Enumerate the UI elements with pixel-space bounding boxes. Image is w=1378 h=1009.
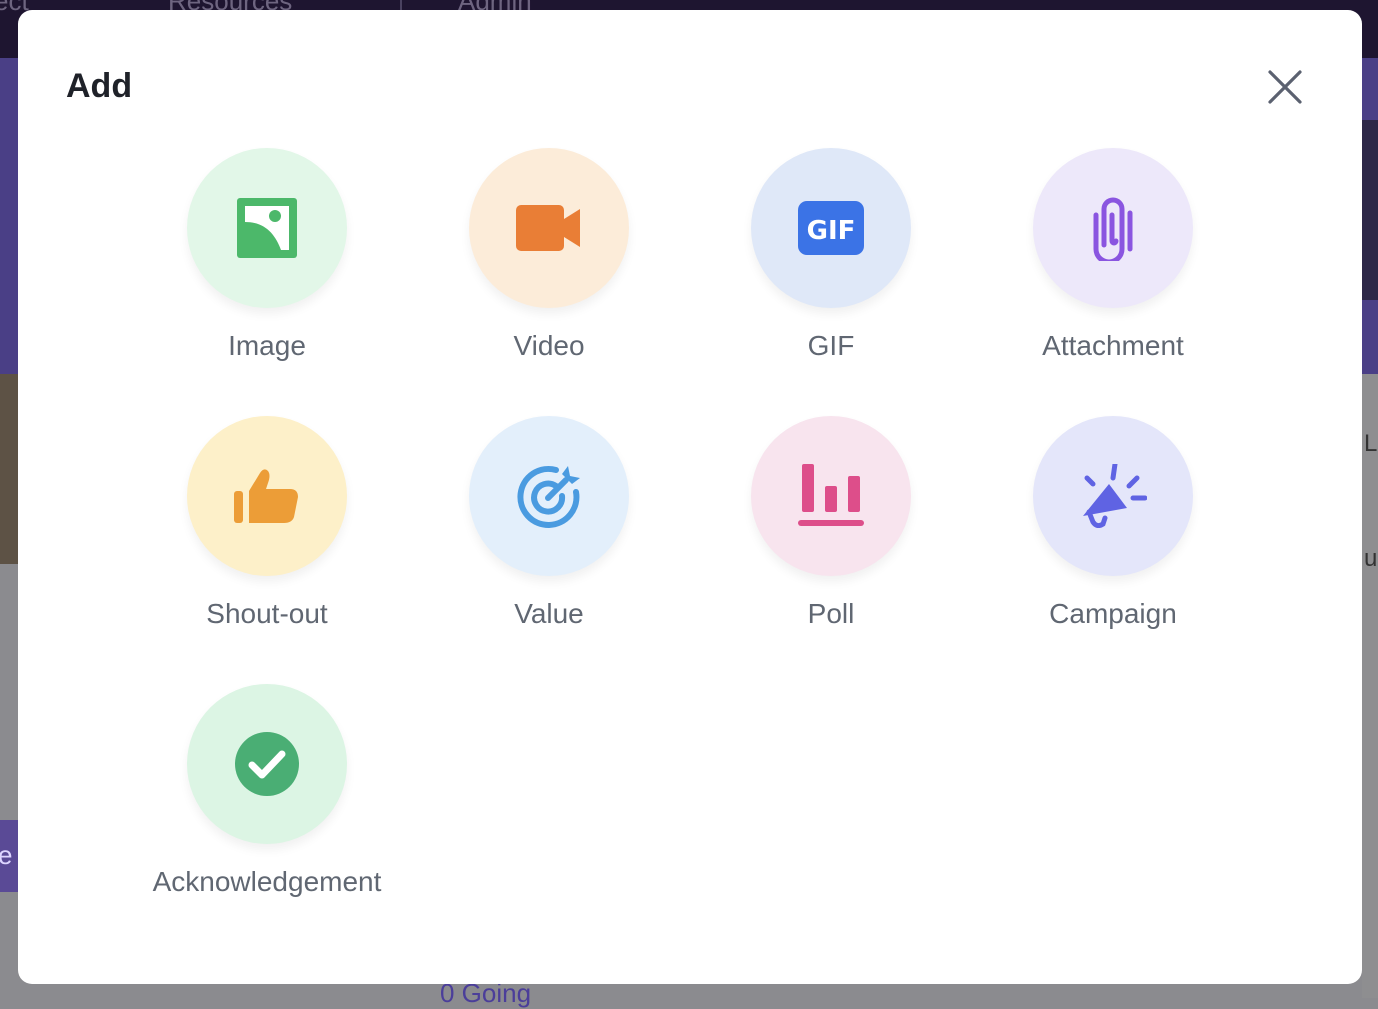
add-modal: Add Image Video GIF GIF Attachment Shout… (18, 10, 1362, 984)
bg-left-snippet: e y (0, 840, 18, 870)
option-video-label: Video (513, 330, 585, 361)
option-image[interactable]: Image (137, 148, 397, 388)
target-icon (517, 465, 580, 528)
option-acknowledgement-circle (187, 684, 347, 844)
close-button[interactable] (1264, 66, 1306, 108)
option-video-circle (469, 148, 629, 308)
background-right-panel (1362, 374, 1378, 998)
option-value-circle (469, 416, 629, 576)
background-left-button: e y (0, 820, 18, 892)
image-icon (237, 198, 297, 258)
option-attachment-label: Attachment (1042, 330, 1184, 361)
option-poll[interactable]: Poll (701, 416, 961, 656)
video-camera-icon (516, 205, 580, 251)
option-value-label: Value (514, 598, 584, 629)
background-photo (0, 374, 18, 564)
option-image-circle (187, 148, 347, 308)
option-poll-label: Poll (807, 598, 855, 629)
option-campaign-circle (1033, 416, 1193, 576)
option-attachment-circle (1033, 148, 1193, 308)
option-shout-out[interactable]: Shout-out (137, 416, 397, 656)
close-icon (1268, 70, 1302, 104)
megaphone-icon (1083, 464, 1147, 528)
bar-chart-icon (798, 464, 864, 526)
option-acknowledgement[interactable]: Acknowledgement (137, 684, 397, 924)
bg-right-snippet: L (1364, 430, 1378, 457)
option-attachment[interactable]: Attachment (983, 148, 1243, 388)
gif-icon: GIF (798, 201, 864, 255)
check-circle-icon (235, 732, 299, 796)
option-value[interactable]: Value (419, 416, 679, 656)
option-gif-circle: GIF (751, 148, 911, 308)
option-acknowledgement-label: Acknowledgement (152, 866, 382, 897)
option-video[interactable]: Video (419, 148, 679, 388)
background-right-strip (1362, 120, 1378, 300)
option-image-label: Image (228, 330, 306, 361)
option-shout-out-circle (187, 416, 347, 576)
option-poll-circle (751, 416, 911, 576)
option-campaign-label: Campaign (1049, 598, 1177, 629)
paperclip-icon (1093, 197, 1133, 261)
modal-title: Add (66, 67, 133, 105)
option-campaign[interactable]: Campaign (983, 416, 1243, 656)
option-gif-label: GIF (807, 330, 855, 361)
option-gif[interactable]: GIF GIF (701, 148, 961, 388)
svg-text:GIF: GIF (807, 216, 856, 246)
option-shout-out-label: Shout-out (206, 598, 328, 629)
thumbs-up-icon (234, 469, 298, 523)
bg-right-snippet: u (1364, 545, 1378, 572)
